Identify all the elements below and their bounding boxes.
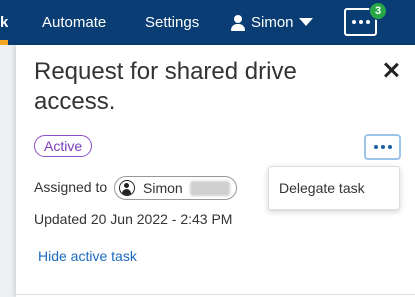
avatar-icon <box>119 180 135 196</box>
nav-item-automate[interactable]: Automate <box>42 14 106 31</box>
nav-item-settings[interactable]: Settings <box>145 14 199 31</box>
assigned-to-label: Assigned to <box>34 179 108 195</box>
chevron-down-icon[interactable] <box>299 18 313 26</box>
dot-icon <box>387 145 392 149</box>
user-icon[interactable] <box>231 15 245 31</box>
updated-timestamp: Updated 20 Jun 2022 - 2:43 PM <box>34 211 233 227</box>
nav-item-truncated[interactable]: k <box>0 14 8 31</box>
divider <box>16 294 415 295</box>
redacted-surname <box>190 181 230 196</box>
user-menu-name[interactable]: Simon <box>251 14 294 31</box>
menu-item-delegate-task[interactable]: Delegate task <box>279 180 365 196</box>
dot-icon <box>351 20 356 24</box>
status-badge: Active <box>34 135 93 157</box>
dot-icon <box>373 145 378 149</box>
dot-icon <box>358 20 363 24</box>
task-actions-menu: Delegate task <box>268 166 400 210</box>
dot-icon <box>380 145 385 149</box>
close-icon[interactable] <box>383 62 399 78</box>
active-nav-indicator <box>0 40 8 45</box>
notification-badge: 3 <box>369 2 387 20</box>
top-nav-bar: k Automate Settings Simon 3 <box>0 0 415 45</box>
task-actions-button[interactable] <box>364 134 401 160</box>
task-title: Request for shared drive access. <box>34 58 297 115</box>
assignee-chip[interactable]: Simon <box>114 176 237 200</box>
hide-active-task-link[interactable]: Hide active task <box>38 248 137 264</box>
assignee-name: Simon <box>143 180 183 196</box>
dot-icon <box>365 20 370 24</box>
